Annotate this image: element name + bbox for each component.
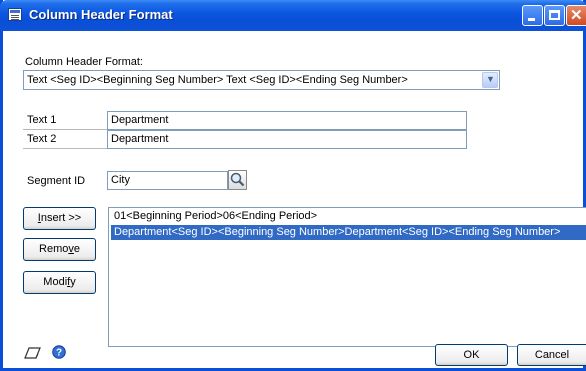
text2-row: Text 2 Department	[23, 130, 467, 149]
text1-row: Text 1 Department	[23, 111, 467, 130]
remove-button[interactable]: Remove	[23, 238, 96, 261]
note-icon[interactable]	[23, 346, 42, 360]
text2-field[interactable]: Department	[107, 130, 467, 149]
list-item-selected[interactable]: Department<Seg ID><Beginning Seg Number>…	[111, 225, 586, 240]
lookup-button[interactable]	[228, 170, 247, 190]
text1-field[interactable]: Department	[107, 111, 467, 130]
header-list[interactable]: 01<Beginning Period>06<Ending Period> De…	[108, 207, 586, 347]
dropdown-button[interactable]: ▼	[482, 72, 498, 88]
header-format-label: Column Header Format:	[25, 56, 143, 68]
segment-id-value: City	[111, 174, 130, 186]
window-icon	[8, 8, 22, 21]
list-item[interactable]: 01<Beginning Period>06<Ending Period>	[111, 209, 586, 224]
title-bar[interactable]: Column Header Format ✕	[0, 0, 586, 31]
text2-label: Text 2	[27, 133, 57, 145]
text1-label: Text 1	[27, 114, 57, 126]
cancel-button[interactable]: Cancel	[517, 344, 586, 366]
lookup-icon	[230, 172, 245, 187]
maximize-icon	[549, 10, 560, 20]
window-title: Column Header Format	[29, 7, 173, 22]
segment-id-field[interactable]: City	[107, 171, 228, 190]
segment-id-label: Segment ID	[27, 175, 86, 187]
header-format-value: Text <Seg ID><Beginning Seg Number> Text…	[27, 74, 408, 86]
chevron-down-icon: ▼	[486, 74, 495, 84]
ok-button[interactable]: OK	[435, 344, 508, 366]
text2-value: Department	[111, 133, 169, 145]
modify-button[interactable]: Modify	[23, 271, 96, 294]
maximize-button[interactable]	[544, 5, 565, 26]
text1-value: Department	[111, 114, 169, 126]
minimize-button[interactable]	[522, 5, 543, 26]
close-icon: ✕	[570, 7, 583, 24]
header-format-dropdown[interactable]: Text <Seg ID><Beginning Seg Number> Text…	[23, 70, 500, 90]
close-button[interactable]: ✕	[566, 5, 586, 26]
insert-button[interactable]: Insert >>	[23, 207, 96, 230]
svg-text:?: ?	[56, 348, 62, 359]
help-icon[interactable]: ?	[52, 345, 66, 359]
text2-label-cell: Text 2	[23, 130, 107, 149]
minimize-icon	[528, 18, 535, 21]
text1-label-cell: Text 1	[23, 111, 107, 130]
